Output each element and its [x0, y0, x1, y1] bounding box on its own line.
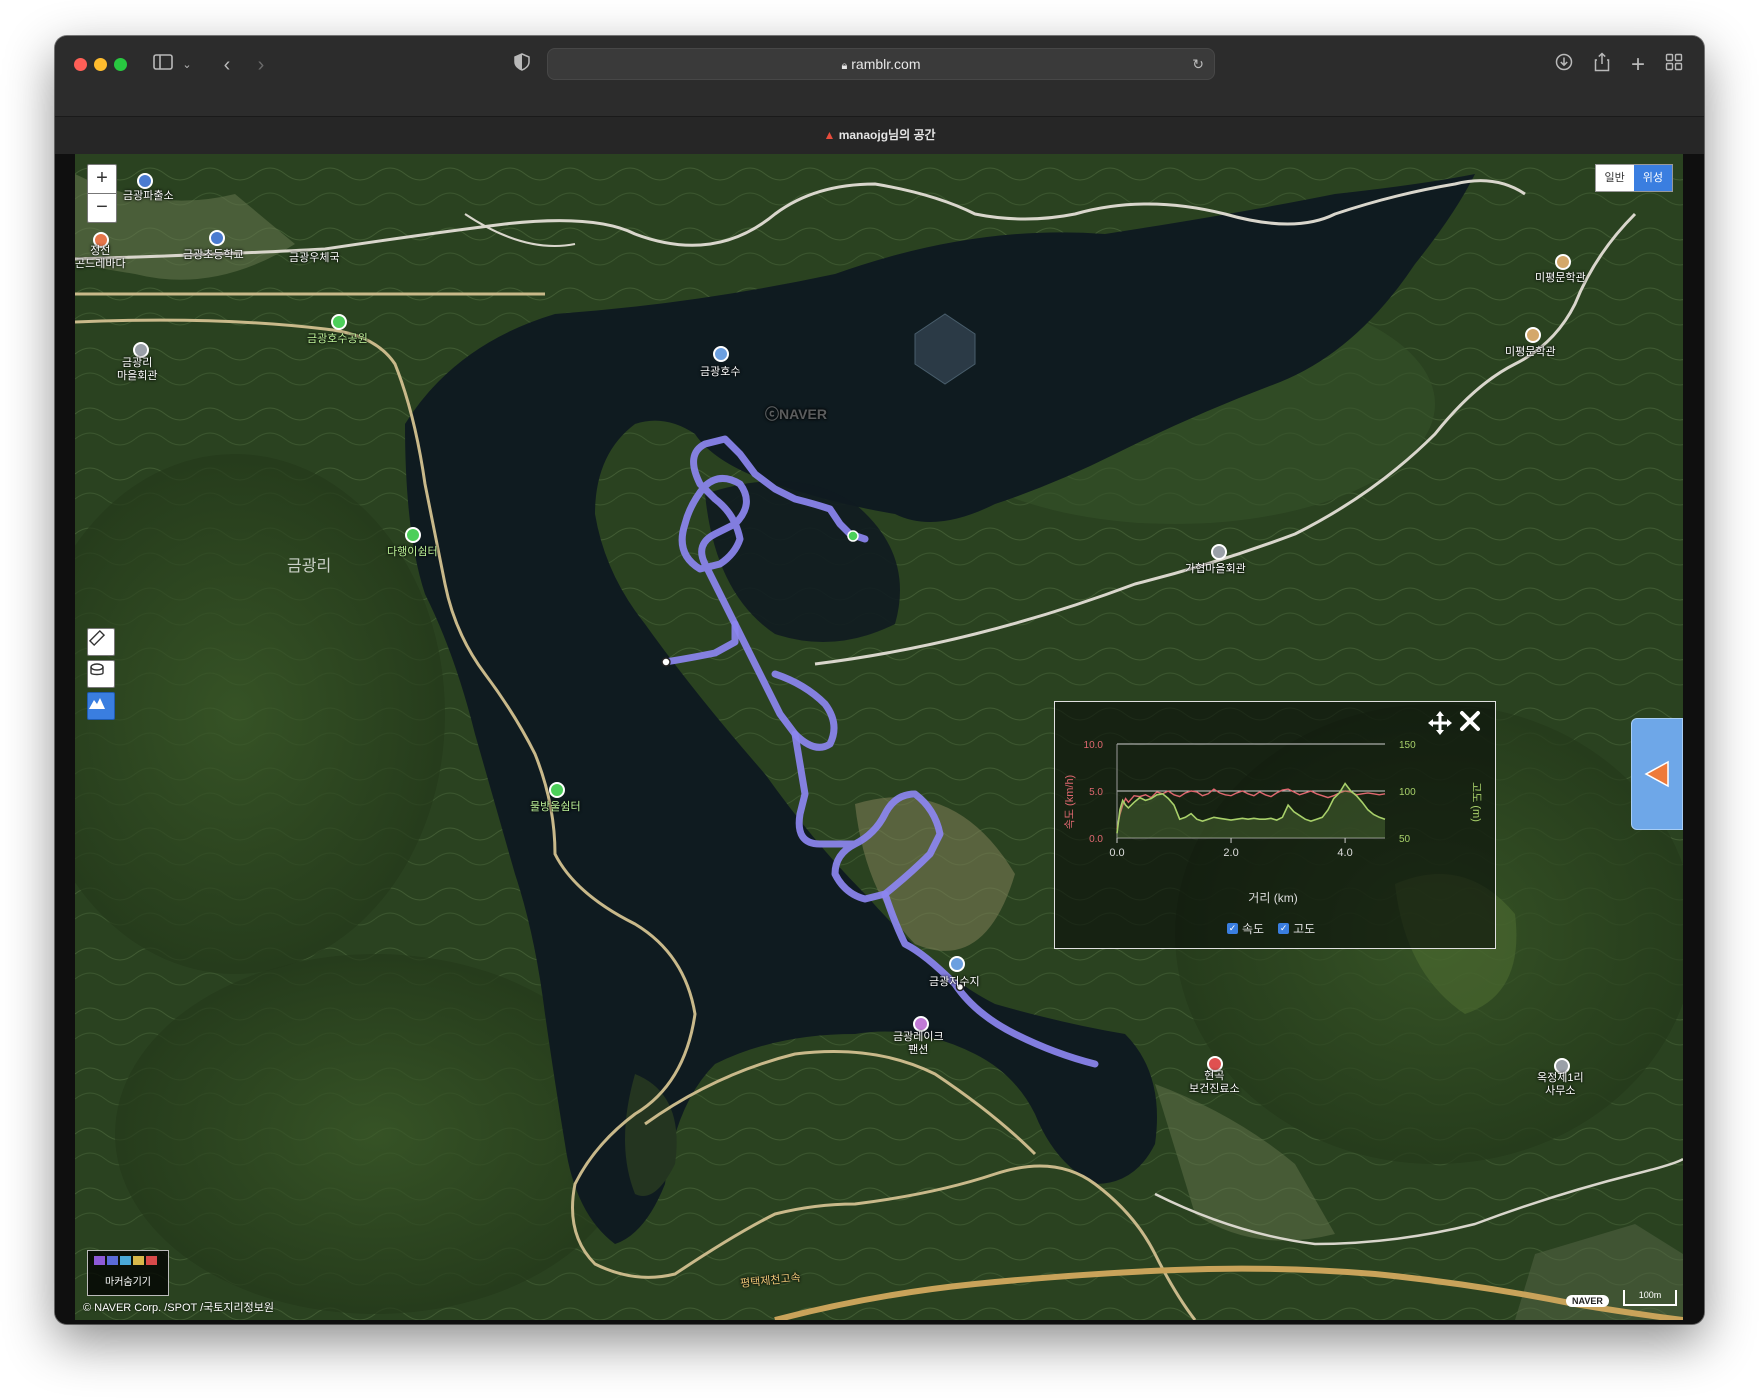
downloads-icon[interactable]	[1553, 52, 1575, 78]
map-type-normal-button[interactable]: 일반	[1595, 165, 1634, 191]
chart-legend: ✓ 속도 ✓ 고도	[1227, 920, 1315, 937]
url-text: ramblr.com	[851, 56, 921, 72]
reservoir-poi-icon[interactable]	[949, 956, 965, 972]
elevation-speed-chart: 0.0 50 5.0 100 10.0 150 0.0 2.0 4.0 거리 (km) 속도 (…	[1063, 740, 1482, 905]
arrow-left-icon	[1644, 760, 1669, 788]
photo-marker-icon	[94, 1256, 105, 1265]
naver-watermark: ⓒNAVER	[765, 406, 827, 422]
shelter-poi-icon-1[interactable]	[405, 527, 421, 543]
chart-right-tick-label: 100	[1399, 787, 1416, 798]
chart-right-tick-label: 150	[1399, 740, 1416, 751]
speed-legend-toggle[interactable]: ✓ 속도	[1227, 920, 1264, 937]
satellite-map[interactable]: + − 일반 위성 ⓒNAVER 금광파출소 정선 곤드레바다 금광초등학교 금…	[75, 154, 1683, 1320]
tumblr-favicon-icon: ▲	[823, 128, 836, 142]
label-geumgwang-police: 금광파출소	[123, 190, 174, 202]
label-geumgwang-lake-pension: 금광레이크 팬션	[893, 1031, 944, 1056]
tab-title-text: manaojg님의 공간	[838, 128, 936, 142]
tab-bar: ▲ manaojg님의 공간	[55, 116, 1704, 154]
address-bar[interactable]: 🔒︎ ramblr.com ↻	[547, 48, 1215, 80]
elevation-speed-panel: 0.0 50 5.0 100 10.0 150 0.0 2.0 4.0 거리 (km) 속도 (…	[1054, 701, 1496, 949]
park-poi-icon[interactable]	[331, 314, 347, 330]
zoom-window-button[interactable]	[114, 58, 127, 71]
reload-icon[interactable]: ↻	[1192, 49, 1204, 79]
label-mipyeong-1: 미평문학관	[1535, 272, 1586, 284]
altitude-checkbox[interactable]: ✓	[1278, 923, 1290, 934]
mountain-chart-icon	[89, 698, 105, 709]
zoom-in-button[interactable]: +	[87, 164, 117, 194]
close-window-button[interactable]	[74, 58, 87, 71]
label-geumgwang-reservoir: 금광저수지	[929, 976, 980, 988]
hall-poi-icon-2[interactable]	[1211, 544, 1227, 560]
shelter-poi-icon-2[interactable]	[549, 782, 565, 798]
label-gapyeop-hall: 가협마을회관	[1185, 563, 1246, 575]
map-copyright: © NAVER Corp. /SPOT /국토지리정보원	[83, 1302, 275, 1314]
label-okjeong-office: 옥정제1리 사무소	[1537, 1072, 1584, 1097]
map-type-satellite-button[interactable]: 위성	[1633, 165, 1672, 191]
pension-poi-icon[interactable]	[913, 1016, 929, 1032]
label-hyeongok-clinic: 현곡 보건진료소	[1189, 1070, 1240, 1095]
lake-poi-icon[interactable]	[713, 346, 729, 362]
note-marker-icon	[120, 1256, 131, 1265]
forward-icon[interactable]: ›	[251, 52, 271, 78]
chart-x-axis-label: 거리 (km)	[1248, 891, 1297, 905]
tab-overview-icon[interactable]	[1663, 52, 1685, 78]
speed-checkbox[interactable]: ✓	[1227, 923, 1238, 934]
new-tab-icon[interactable]: +	[1627, 52, 1649, 78]
chevron-down-icon[interactable]: ⌄	[181, 52, 193, 78]
school-poi-icon[interactable]	[209, 230, 225, 246]
share-icon[interactable]	[1591, 52, 1613, 79]
page-content: + − 일반 위성 ⓒNAVER 금광파출소 정선 곤드레바다 금광초등학교 금…	[55, 154, 1704, 1324]
ruler-icon	[88, 629, 106, 647]
museum-poi-icon-2[interactable]	[1525, 327, 1541, 343]
label-jeongseon: 정선 곤드레바다	[75, 245, 126, 270]
minimize-window-button[interactable]	[94, 58, 107, 71]
hall-poi-icon[interactable]	[133, 342, 149, 358]
elevation-tool-button[interactable]	[87, 692, 115, 720]
chart-left-axis-label: 속도 (km/h)	[1063, 775, 1076, 829]
altitude-legend-label: 고도	[1293, 922, 1316, 936]
chart-left-tick-label: 5.0	[1089, 787, 1103, 798]
chart-x-tick-label: 2.0	[1223, 847, 1238, 859]
active-tab[interactable]: ▲ manaojg님의 공간	[55, 117, 1704, 154]
chart-x-tick-label: 0.0	[1109, 847, 1124, 859]
area-tool-button[interactable]	[87, 660, 115, 688]
chart-left-tick-label: 0.0	[1089, 834, 1103, 845]
chart-x-tick-label: 4.0	[1337, 847, 1352, 859]
map-type-switch: 일반 위성	[1594, 164, 1673, 192]
label-mipyeong-2: 미평문학관	[1505, 346, 1556, 358]
side-panel-toggle[interactable]	[1631, 718, 1683, 830]
browser-window: ⌄ ‹ › 🔒︎ ramblr.com ↻ + ▲ manaojg님의 공간 +…	[55, 36, 1704, 1324]
label-geumgwangri-hall: 금광리 마을회관	[117, 357, 158, 382]
label-geumgwang-post: 금광우체국	[289, 252, 340, 264]
layers-icon	[90, 663, 104, 676]
label-mulbangul-shelter: 물방울쉼터	[530, 801, 581, 813]
naver-logo: NAVER	[1566, 1295, 1609, 1307]
label-geumgwang-lake: 금광호수	[700, 366, 741, 378]
zoom-out-button[interactable]: −	[87, 193, 117, 223]
privacy-shield-icon[interactable]	[512, 52, 532, 78]
lock-icon: 🔒︎	[841, 60, 848, 72]
label-geumgwang-elementary: 금광초등학교	[183, 249, 244, 261]
back-icon[interactable]: ‹	[217, 52, 237, 78]
marker-icons	[94, 1256, 168, 1265]
chart-left-tick-label: 10.0	[1084, 740, 1104, 751]
map-scale-bar: 100m	[1623, 1290, 1677, 1306]
marker-hide-button[interactable]: 마커숨기기	[87, 1250, 169, 1296]
altitude-legend-toggle[interactable]: ✓ 고도	[1278, 920, 1315, 937]
museum-poi-icon-1[interactable]	[1555, 254, 1571, 270]
browser-toolbar: ⌄ ‹ › 🔒︎ ramblr.com ↻ +	[55, 36, 1704, 116]
ruler-tool-button[interactable]	[87, 628, 115, 656]
poi-marker-icon	[133, 1256, 144, 1265]
sidebar-icon[interactable]	[151, 52, 175, 78]
chart-right-tick-label: 50	[1399, 834, 1411, 845]
speed-legend-label: 속도	[1242, 922, 1265, 936]
video-marker-icon	[107, 1256, 118, 1265]
label-geumgwang-lake-park: 금광호수공원	[307, 333, 368, 345]
marker-hide-label: 마커숨기기	[105, 1277, 151, 1288]
label-geumgwangri: 금광리	[287, 558, 332, 575]
flag-marker-icon	[146, 1256, 157, 1265]
chart-right-axis-label: 고도 (m)	[1470, 782, 1482, 822]
label-dahaengi-shelter: 다행이쉼터	[387, 546, 438, 558]
